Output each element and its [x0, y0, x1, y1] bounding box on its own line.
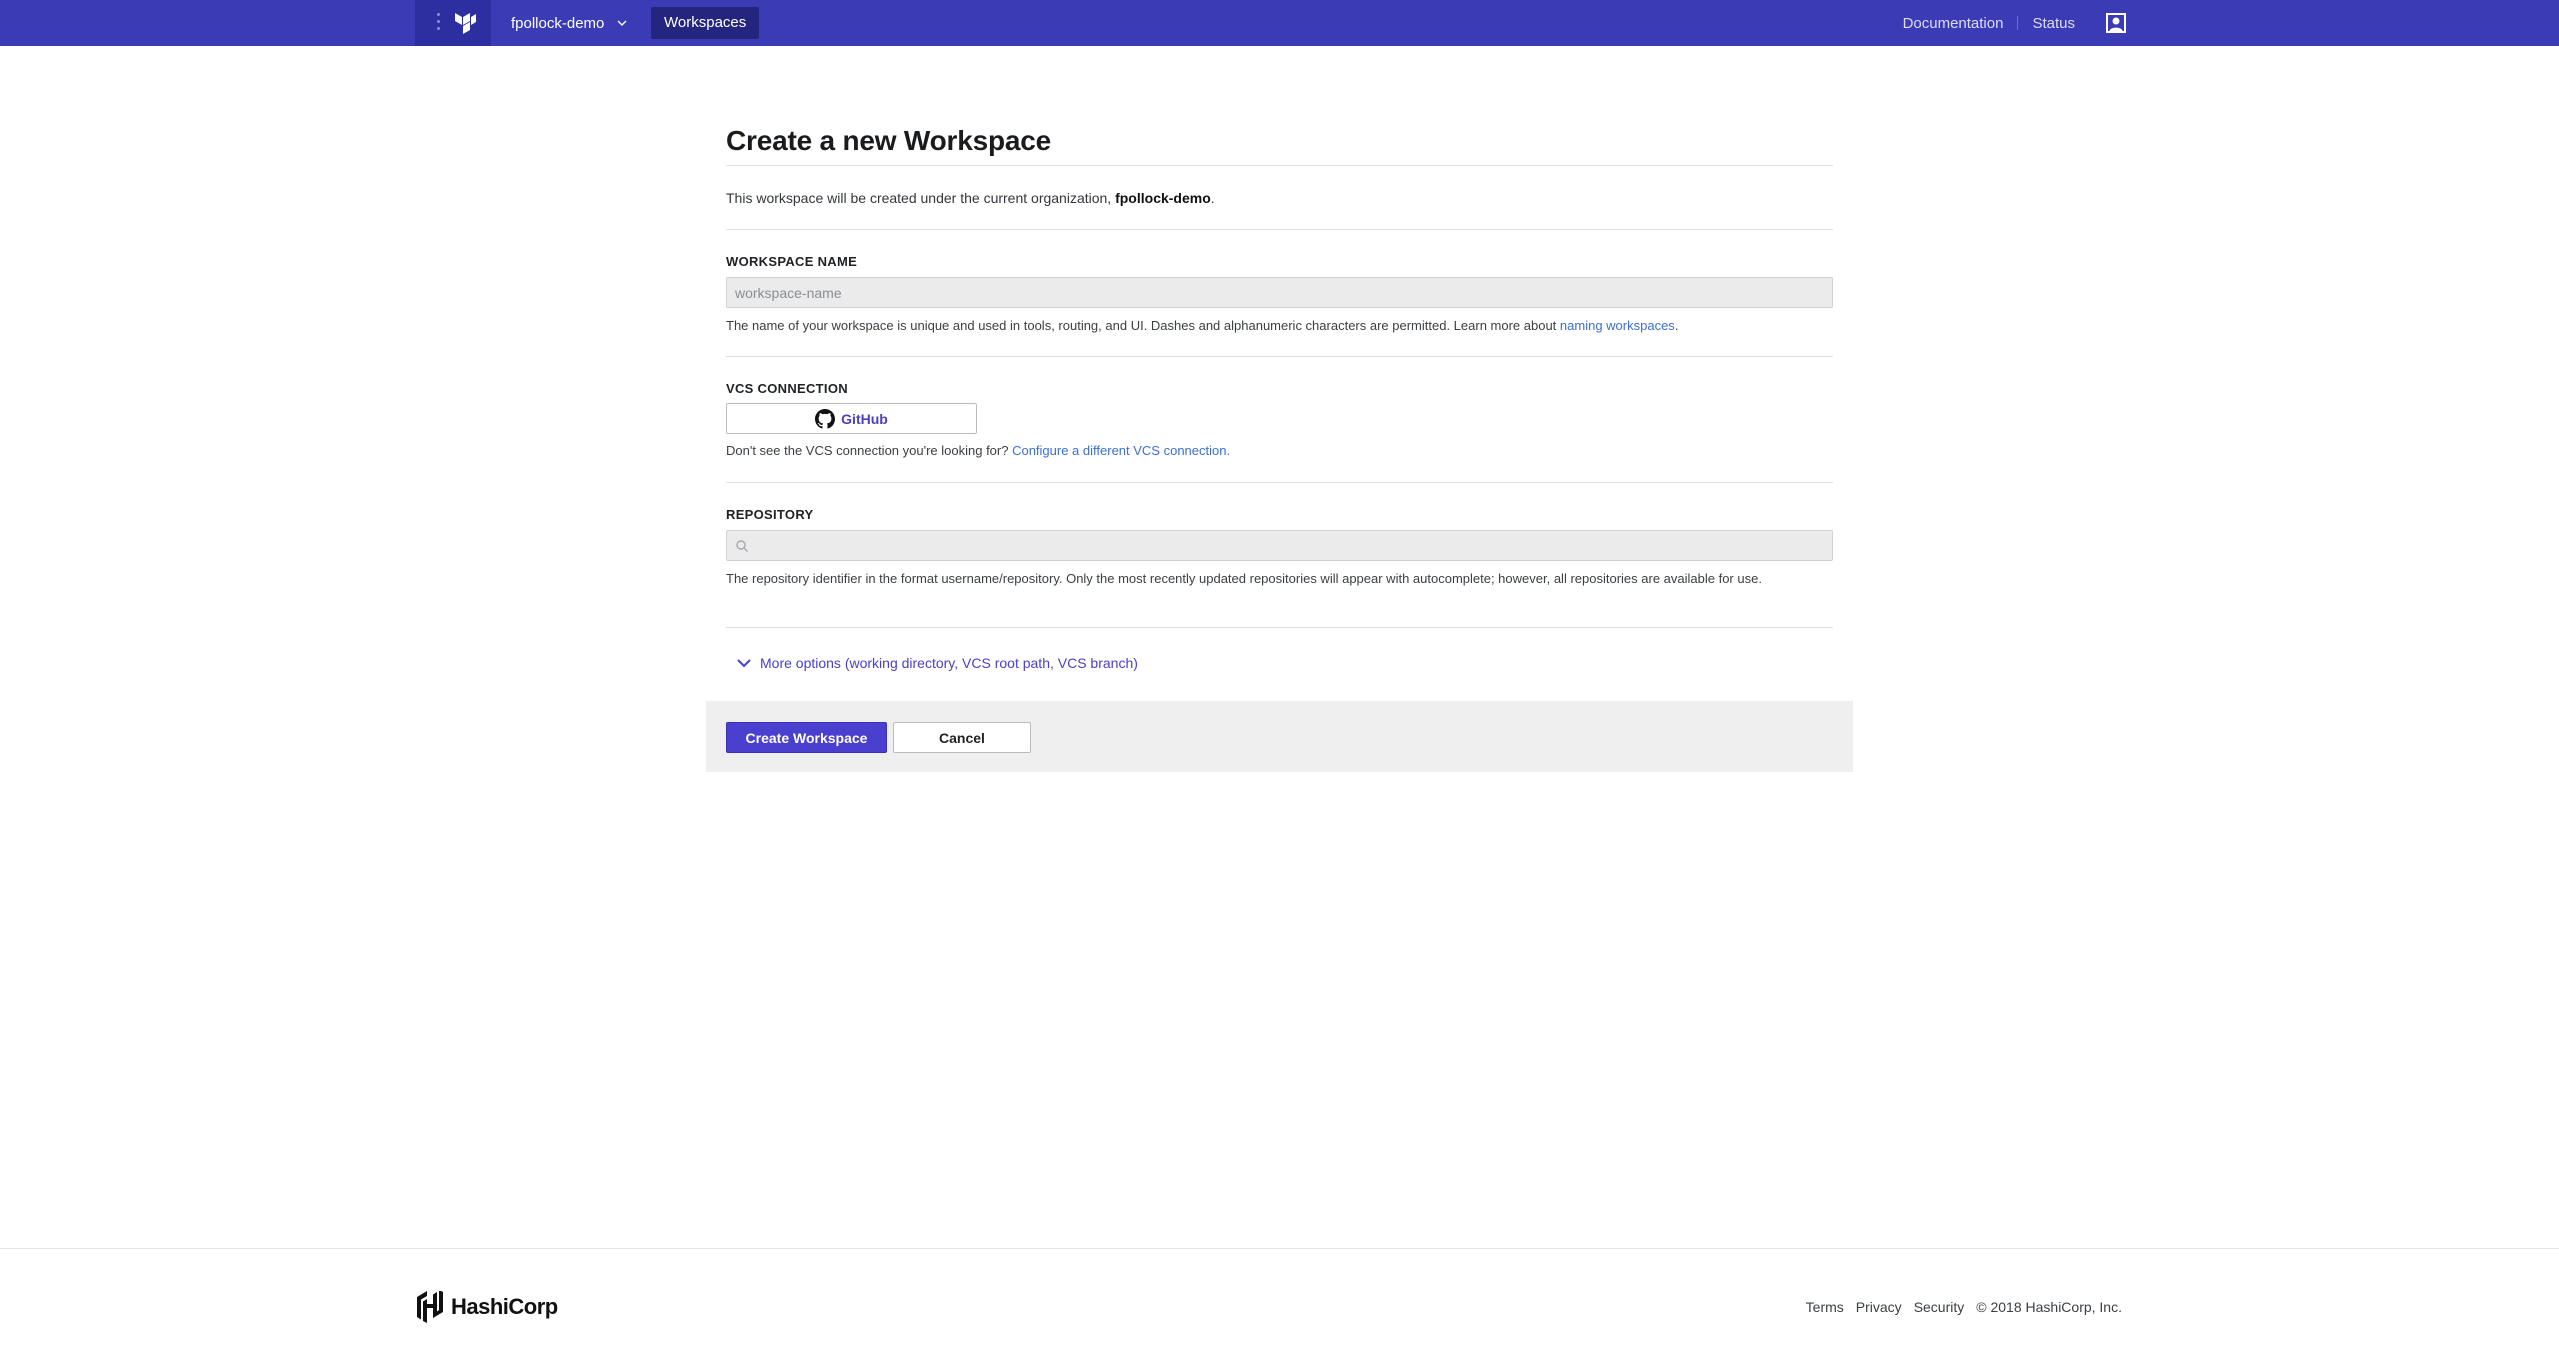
top-nav: fpollock-demo Workspaces Documentation S… [0, 0, 2559, 46]
org-switcher[interactable]: fpollock-demo [511, 0, 628, 46]
github-vcs-button[interactable]: GitHub [726, 403, 977, 434]
tab-workspaces[interactable]: Workspaces [651, 7, 760, 39]
terms-link[interactable]: Terms [1806, 1299, 1844, 1315]
workspace-name-help-text: The name of your workspace is unique and… [726, 318, 1560, 333]
workspace-name-help: The name of your workspace is unique and… [726, 316, 1833, 335]
org-name: fpollock-demo [511, 14, 605, 32]
divider [726, 482, 1833, 483]
copyright-text: © 2018 HashiCorp, Inc. [1976, 1299, 2122, 1315]
cancel-button[interactable]: Cancel [893, 722, 1031, 753]
divider [726, 229, 1833, 230]
intro-suffix: . [1210, 190, 1215, 206]
form-actions: Create Workspace Cancel [706, 701, 1853, 772]
workspace-name-input[interactable] [726, 277, 1833, 308]
repository-label: REPOSITORY [726, 507, 814, 522]
hashicorp-brand-text: HashiCorp [451, 1294, 558, 1319]
configure-vcs-link[interactable]: Configure a different VCS connection. [1012, 443, 1230, 458]
status-link[interactable]: Status [2032, 15, 2075, 32]
naming-workspaces-link[interactable]: naming workspaces [1560, 318, 1675, 333]
chevron-down-icon [617, 20, 627, 26]
repository-field [726, 530, 1833, 561]
repository-help: The repository identifier in the format … [726, 571, 1762, 586]
more-options-label: More options (working directory, VCS roo… [760, 655, 1138, 671]
page-title: Create a new Workspace [726, 125, 1052, 156]
security-link[interactable]: Security [1914, 1299, 1965, 1315]
intro-prefix: This workspace will be created under the… [726, 190, 1116, 206]
workspace-name-label: WORKSPACE NAME [726, 254, 858, 269]
divider [726, 165, 1833, 166]
vcs-connection-label: VCS CONNECTION [726, 381, 848, 396]
brand-block [415, 0, 491, 46]
hashicorp-logo[interactable]: HashiCorp [415, 1291, 558, 1323]
nav-divider [2017, 16, 2019, 30]
repository-input[interactable] [726, 530, 1833, 561]
vcs-help: Don't see the VCS connection you're look… [726, 441, 1833, 460]
create-workspace-button[interactable]: Create Workspace [726, 722, 887, 753]
workspace-name-help-suffix: . [1674, 318, 1679, 333]
search-icon [736, 540, 748, 552]
nav-right: Documentation Status [1903, 0, 2127, 46]
user-avatar-icon[interactable] [2105, 12, 2127, 34]
divider [726, 627, 1833, 628]
top-nav-inner: fpollock-demo Workspaces Documentation S… [415, 0, 2127, 46]
github-icon [815, 408, 836, 429]
documentation-link[interactable]: Documentation [1903, 15, 2004, 32]
terraform-logo-icon[interactable] [453, 11, 477, 35]
more-options-toggle[interactable]: More options (working directory, VCS roo… [736, 655, 1138, 671]
divider [726, 356, 1833, 357]
vcs-help-text: Don't see the VCS connection you're look… [726, 443, 1013, 458]
intro-text: This workspace will be created under the… [726, 190, 1215, 206]
intro-org-name: fpollock-demo [1115, 190, 1211, 206]
privacy-link[interactable]: Privacy [1856, 1299, 1902, 1315]
app-menu-icon[interactable] [435, 13, 441, 33]
hashicorp-logo-icon [417, 1291, 443, 1323]
chevron-down-icon [737, 659, 751, 668]
github-button-label: GitHub [841, 410, 888, 427]
footer: HashiCorp Terms Privacy Security © 2018 … [415, 1249, 2122, 1365]
footer-links: Terms Privacy Security © 2018 HashiCorp,… [1806, 1299, 2122, 1315]
